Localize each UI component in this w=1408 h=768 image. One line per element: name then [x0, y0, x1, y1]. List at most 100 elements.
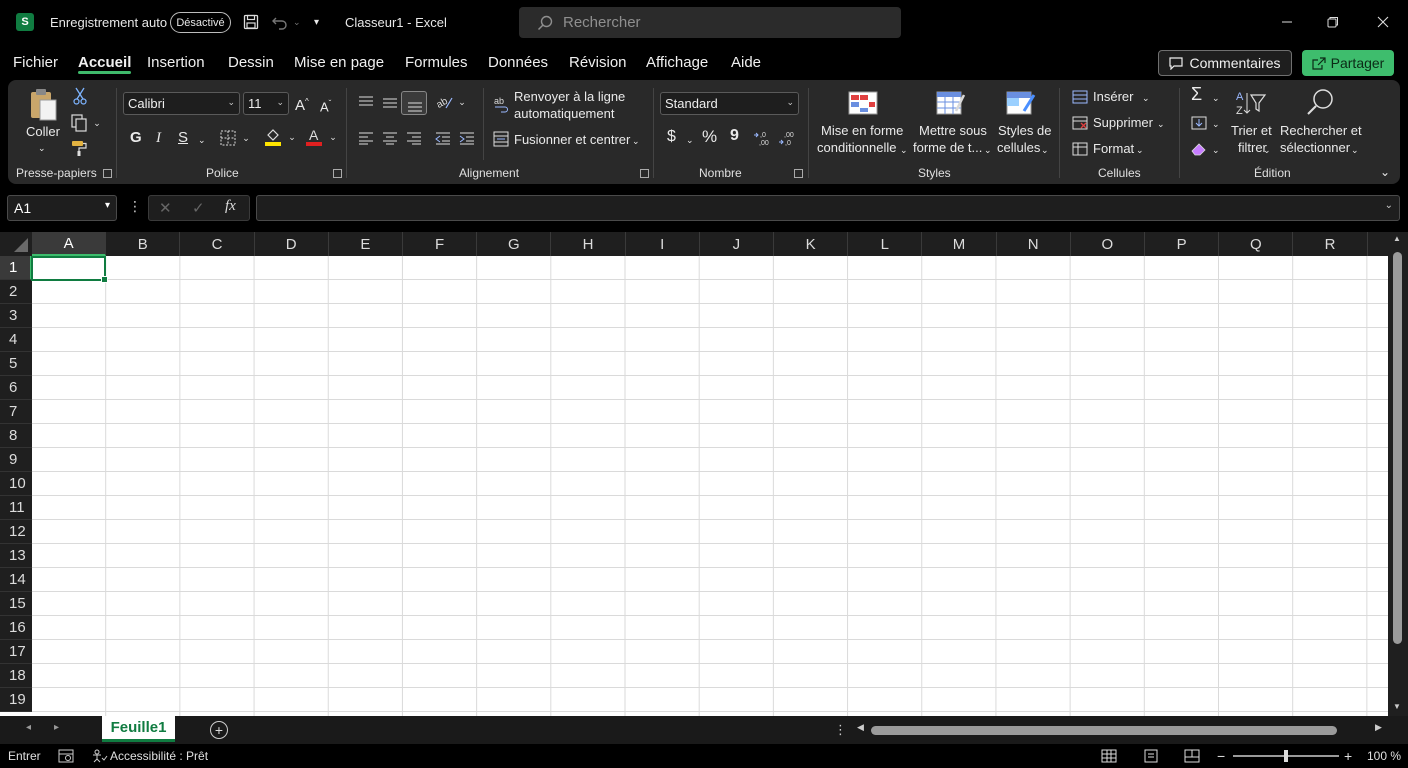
tab-aide[interactable]: Aide [731, 44, 761, 80]
format-as-table-dropdown-icon[interactable]: ⌄ [984, 142, 992, 158]
next-sheet-icon[interactable]: ▸ [54, 722, 59, 733]
copy-icon[interactable]: ⌄ [68, 113, 104, 133]
bold-button[interactable]: G [130, 130, 142, 146]
row-header[interactable]: 17 [0, 640, 32, 664]
column-header[interactable]: C [180, 232, 255, 256]
paste-icon[interactable] [26, 86, 60, 124]
cell-styles-icon[interactable] [1004, 88, 1038, 118]
conditional-formatting-label-line2[interactable]: conditionnelle [817, 140, 897, 156]
find-select-label-line2[interactable]: sélectionner [1280, 140, 1350, 156]
currency-button[interactable]: $ [667, 129, 676, 145]
currency-dropdown-icon[interactable]: ⌄ [686, 132, 694, 148]
borders-icon[interactable]: ⌄ [218, 128, 252, 148]
italic-button[interactable]: I [156, 130, 161, 146]
page-break-view-icon[interactable] [1184, 744, 1200, 768]
customize-quick-access-icon[interactable]: ▾ [314, 0, 319, 44]
align-bottom-button[interactable] [401, 91, 427, 115]
font-size-select[interactable]: 11 ⌄ [243, 92, 289, 115]
row-header[interactable]: 5 [0, 352, 32, 376]
merge-center-label[interactable]: Fusionner et centrer [514, 132, 630, 148]
normal-view-icon[interactable] [1101, 744, 1117, 768]
wrap-text-label-line2[interactable]: automatiquement [514, 106, 614, 122]
format-painter-icon[interactable] [70, 138, 90, 158]
column-header[interactable]: F [403, 232, 478, 256]
column-header[interactable]: H [551, 232, 626, 256]
alignment-launcher-icon[interactable] [640, 169, 649, 178]
underline-button[interactable]: S [178, 130, 188, 146]
merge-dropdown-icon[interactable]: ⌄ [632, 133, 640, 149]
tab-insertion[interactable]: Insertion [147, 44, 205, 80]
row-header[interactable]: 15 [0, 592, 32, 616]
merge-center-icon[interactable] [492, 130, 510, 148]
column-header[interactable]: O [1071, 232, 1145, 256]
insert-cells-icon[interactable] [1071, 88, 1089, 106]
scroll-down-icon[interactable]: ▼ [1393, 702, 1401, 711]
tab-formules[interactable]: Formules [405, 44, 468, 80]
cells-area[interactable] [32, 256, 1388, 716]
row-header[interactable]: 4 [0, 328, 32, 352]
find-select-icon[interactable] [1304, 86, 1338, 118]
tab-mise-en-page[interactable]: Mise en page [294, 44, 384, 80]
autosave-toggle[interactable]: Désactivé [170, 12, 231, 33]
format-as-table-label-line1[interactable]: Mettre sous [919, 123, 987, 139]
confirm-entry-icon[interactable]: ✓ [192, 199, 205, 217]
wrap-text-icon[interactable]: ab [492, 92, 510, 116]
accessibility-icon[interactable] [92, 744, 108, 768]
conditional-formatting-dropdown-icon[interactable]: ⌄ [900, 142, 908, 158]
font-name-select[interactable]: Calibri ⌄ [123, 92, 240, 115]
column-header[interactable]: L [848, 232, 923, 256]
autosum-dropdown-icon[interactable]: ⌄ [1212, 90, 1220, 106]
row-header[interactable]: 9 [0, 448, 32, 472]
prev-sheet-icon[interactable]: ◂ [26, 722, 31, 733]
align-middle-icon[interactable] [380, 92, 400, 112]
autosum-icon[interactable]: Σ [1191, 85, 1202, 103]
column-header[interactable]: K [774, 232, 849, 256]
sheet-tab-feuille1[interactable]: Feuille1 [102, 716, 175, 742]
cell-styles-label-line1[interactable]: Styles de [998, 123, 1051, 139]
undo-icon[interactable]: ⌄ [271, 0, 301, 44]
close-icon[interactable] [1360, 0, 1406, 44]
row-header[interactable]: 6 [0, 376, 32, 400]
column-header[interactable]: G [477, 232, 552, 256]
tab-fichier[interactable]: Fichier [13, 44, 58, 80]
cancel-entry-icon[interactable]: ✕ [159, 199, 172, 217]
column-header[interactable]: R [1293, 232, 1368, 256]
row-header[interactable]: 1 [0, 256, 32, 280]
more-options-icon[interactable]: ⋮ [128, 198, 142, 215]
comments-button[interactable]: Commentaires [1158, 50, 1292, 76]
horizontal-scroll-thumb[interactable] [871, 726, 1337, 735]
align-center-icon[interactable] [380, 128, 400, 148]
tab-dessin[interactable]: Dessin [228, 44, 274, 80]
add-sheet-icon[interactable]: + [210, 721, 228, 739]
find-select-label-line1[interactable]: Rechercher et [1280, 123, 1362, 139]
column-header[interactable]: A [32, 232, 107, 256]
align-right-icon[interactable] [404, 128, 424, 148]
scroll-left-icon[interactable]: ◀ [857, 722, 864, 733]
row-header[interactable]: 2 [0, 280, 32, 304]
clipboard-launcher-icon[interactable] [103, 169, 112, 178]
select-all-button[interactable] [0, 232, 32, 256]
sheet-options-icon[interactable]: ⋮ [834, 722, 847, 738]
increase-font-size-icon[interactable]: A^ [295, 94, 309, 114]
conditional-formatting-label-line1[interactable]: Mise en forme [821, 123, 903, 139]
column-header[interactable]: P [1145, 232, 1220, 256]
column-header[interactable]: J [700, 232, 774, 256]
decrease-decimal-icon[interactable]: ,00,0 [777, 128, 799, 148]
row-header[interactable]: 19 [0, 688, 32, 712]
delete-cells-icon[interactable] [1071, 114, 1089, 132]
tab-revision[interactable]: Révision [569, 44, 627, 80]
cut-icon[interactable] [70, 86, 90, 106]
clear-dropdown-icon[interactable]: ⌄ [1212, 142, 1220, 158]
row-header[interactable]: 3 [0, 304, 32, 328]
row-header[interactable]: 10 [0, 472, 32, 496]
font-launcher-icon[interactable] [333, 169, 342, 178]
paste-label[interactable]: Coller [26, 124, 60, 140]
share-button[interactable]: Partager [1302, 50, 1394, 76]
fill-icon[interactable] [1189, 114, 1209, 132]
fill-color-icon[interactable]: ⌄ [262, 126, 298, 148]
align-left-icon[interactable] [356, 128, 376, 148]
row-header[interactable]: 8 [0, 424, 32, 448]
sort-filter-icon[interactable]: AZ [1234, 88, 1268, 118]
row-header[interactable]: 12 [0, 520, 32, 544]
column-header[interactable]: D [255, 232, 329, 256]
